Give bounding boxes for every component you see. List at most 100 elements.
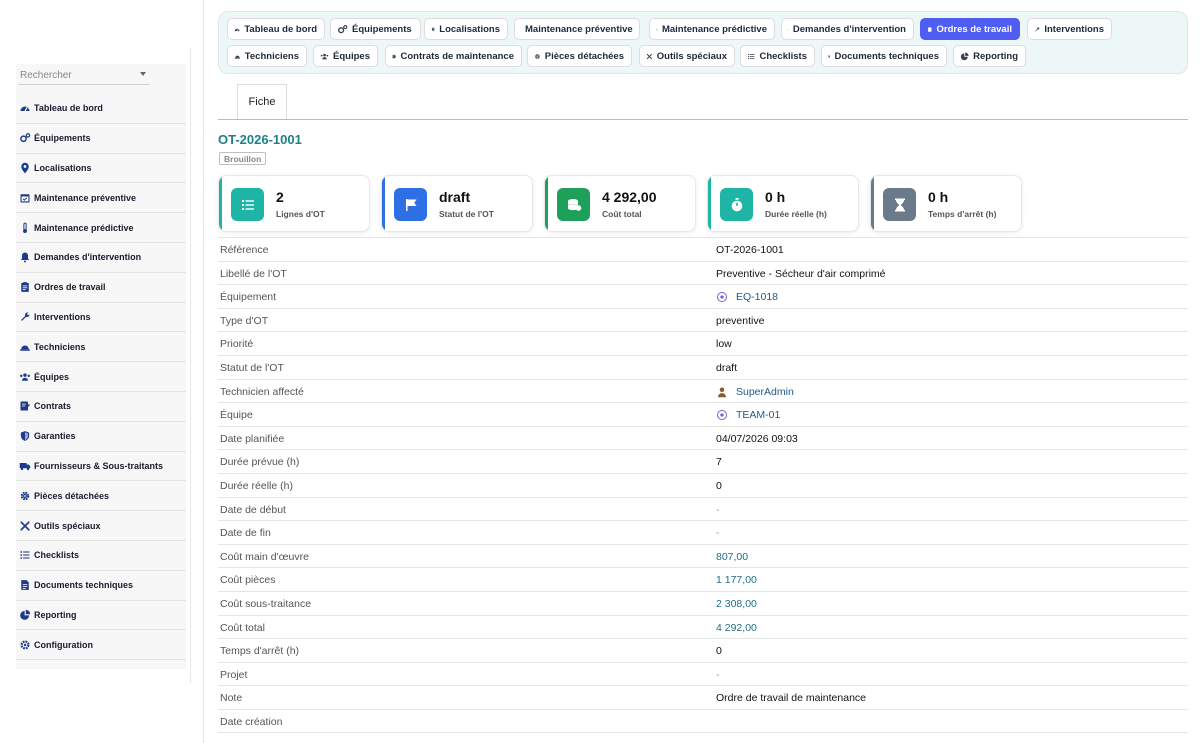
field-value[interactable]: TEAM-01 (716, 409, 780, 421)
wrench-icon (19, 311, 31, 323)
top-tab-15[interactable]: Reporting (953, 45, 1026, 67)
kpi-caption: Lignes d'OT (276, 209, 325, 219)
top-tab-label: Reporting (973, 50, 1018, 62)
top-tab-14[interactable]: Documents techniques (821, 45, 947, 67)
sidebar-item-11[interactable]: Garanties (16, 422, 186, 452)
field-value[interactable]: SuperAdmin (716, 386, 794, 398)
top-tab-7[interactable]: Interventions (1027, 18, 1112, 40)
top-tab-6[interactable]: Ordres de travail (920, 18, 1020, 40)
sidebar-search-select[interactable]: Rechercher (18, 66, 150, 85)
sidebar-item-label: Garanties (34, 431, 76, 442)
top-tab-label: Interventions (1044, 23, 1104, 35)
kpi-accent-bar (219, 176, 222, 231)
kpi-value: 0 h (765, 189, 786, 205)
sidebar-item-5[interactable]: Demandes d'intervention (16, 243, 186, 273)
field-value-text[interactable]: TEAM-01 (736, 409, 780, 421)
top-tab-10[interactable]: Contrats de maintenance (385, 45, 522, 67)
top-tab-label: Techniciens (244, 50, 299, 62)
field-value-text: OT-2026-1001 (716, 244, 784, 256)
gears-icon (19, 132, 31, 144)
top-tab-label: Tableau de bord (244, 23, 317, 35)
top-tab-3[interactable]: Maintenance préventive (514, 18, 640, 40)
field-value-text[interactable]: EQ-1018 (736, 291, 778, 303)
sidebar-item-1[interactable]: Équipements (16, 124, 186, 154)
sidebar-item-7[interactable]: Interventions (16, 303, 186, 333)
top-tab-4[interactable]: Maintenance prédictive (649, 18, 775, 40)
document-icon (19, 579, 31, 591)
field-value: 04/07/2026 09:03 (716, 433, 798, 445)
sidebar-item-4[interactable]: Maintenance prédictive (16, 213, 186, 243)
sidebar-item-8[interactable]: Techniciens (16, 332, 186, 363)
top-tab-label: Documents techniques (834, 50, 939, 62)
sidebar-item-0[interactable]: Tableau de bord (16, 94, 186, 124)
field-label: Priorité (220, 338, 254, 351)
calendar-check-icon (19, 192, 31, 204)
main-content: Tableau de bord Équipements Localisations M… (203, 0, 1200, 743)
tools-icon (646, 51, 653, 62)
top-tab-12[interactable]: Outils spéciaux (639, 45, 735, 67)
users-icon (320, 51, 329, 62)
stopwatch-icon (720, 188, 753, 221)
sidebar-item-16[interactable]: Documents techniques (16, 571, 186, 601)
sidebar-item-12[interactable]: Fournisseurs & Sous-traitants (16, 452, 186, 482)
top-tab-0[interactable]: Tableau de bord (227, 18, 325, 40)
field-label: Technicien affecté (220, 385, 304, 398)
top-tab-8[interactable]: Techniciens (227, 45, 307, 67)
field-value-text: draft (716, 361, 738, 374)
cog-icon (534, 51, 541, 62)
field-value: 0 (716, 645, 722, 657)
top-tab-label: Pièces détachées (544, 50, 624, 62)
field-value: draft (716, 362, 737, 374)
kpi-card-0: 2 Lignes d'OT (218, 175, 370, 232)
kpi-accent-bar (382, 176, 385, 231)
kpi-caption: Temps d'arrêt (h) (928, 209, 997, 219)
tab-fiche[interactable]: Fiche (237, 84, 287, 119)
top-tab-label: Localisations (439, 23, 500, 35)
field-value-text: 04/07/2026 09:03 (716, 432, 798, 445)
top-tab-5[interactable]: Demandes d'intervention (781, 18, 914, 40)
top-tab-label: Outils spéciaux (656, 50, 727, 62)
field-value: 807,00 (716, 551, 748, 563)
sidebar-item-2[interactable]: Localisations (16, 154, 186, 184)
shield-icon (19, 430, 31, 442)
field-value-text[interactable]: SuperAdmin (736, 386, 794, 398)
dashboard-icon (234, 24, 240, 35)
sidebar-item-10[interactable]: Contrats (16, 392, 186, 422)
field-value: 1 177,00 (716, 574, 757, 586)
sidebar-item-label: Ordres de travail (34, 282, 106, 293)
top-tab-13[interactable]: Checklists (740, 45, 815, 67)
sidebar-item-15[interactable]: Checklists (16, 541, 186, 571)
field-value: 2 308,00 (716, 598, 757, 610)
top-tab-11[interactable]: Pièces détachées (527, 45, 632, 67)
field-value: Preventive - Sécheur d'air comprimé (716, 268, 886, 280)
sidebar-item-3[interactable]: Maintenance préventive (16, 183, 186, 214)
list-icon (231, 188, 264, 221)
top-tab-label: Demandes d'intervention (792, 23, 906, 35)
field-value: Ordre de travail de maintenance (716, 692, 866, 704)
field-label: Date de fin (220, 527, 271, 540)
detail-row: Date de début - (218, 498, 1188, 522)
top-tab-1[interactable]: Équipements (330, 18, 421, 40)
sidebar-item-18[interactable]: Configuration (16, 630, 186, 661)
sidebar-item-13[interactable]: Pièces détachées (16, 481, 186, 512)
sidebar-item-17[interactable]: Reporting (16, 601, 186, 631)
field-value: preventive (716, 315, 764, 327)
search-placeholder: Rechercher (20, 70, 72, 81)
sidebar-item-14[interactable]: Outils spéciaux (16, 511, 186, 541)
truck-icon (19, 460, 31, 472)
sidebar-item-9[interactable]: Équipes (16, 362, 186, 392)
field-value[interactable]: EQ-1018 (716, 291, 778, 303)
top-tab-label: Checklists (759, 50, 807, 62)
field-label: Durée prévue (h) (220, 456, 300, 469)
sidebar-item-6[interactable]: Ordres de travail (16, 273, 186, 303)
top-navigation: Tableau de bord Équipements Localisations M… (218, 11, 1188, 74)
top-tab-9[interactable]: Équipes (313, 45, 378, 67)
top-tab-2[interactable]: Localisations (424, 18, 508, 40)
field-label: Date de début (220, 503, 286, 516)
top-tab-label: Équipes (333, 50, 370, 62)
field-label: Type d'OT (220, 314, 269, 327)
kpi-value: draft (439, 189, 471, 205)
caret-down-icon[interactable] (140, 72, 146, 76)
detail-row: Durée prévue (h) 7 (218, 450, 1188, 474)
map-pin-icon (19, 162, 31, 174)
